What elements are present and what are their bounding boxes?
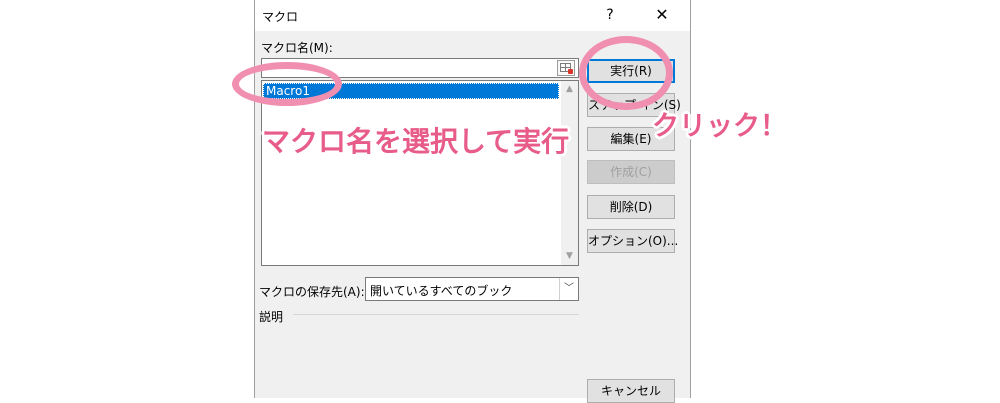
description-label: 説明 xyxy=(259,310,284,324)
cancel-button[interactable]: キャンセル xyxy=(587,379,675,403)
chevron-down-icon[interactable]: ﹀ xyxy=(559,278,578,300)
select-instruction: マクロ名を選択して実行 xyxy=(262,125,570,158)
list-scrollbar[interactable]: ▲ ▼ xyxy=(561,81,578,265)
click-instruction: クリック！ xyxy=(652,111,787,142)
options-button[interactable]: オプション(O)... xyxy=(587,229,678,253)
description-divider xyxy=(293,314,579,315)
create-button[interactable]: 作成(C) xyxy=(587,160,675,184)
macro-list[interactable]: Macro1 ▲ ▼ xyxy=(261,80,579,266)
delete-button[interactable]: 削除(D) xyxy=(587,195,675,219)
macro-highlight-ring xyxy=(232,62,342,106)
store-select-value: 開いているすべてのブック xyxy=(370,284,513,298)
close-button[interactable]: ✕ xyxy=(650,4,674,26)
scroll-down-icon[interactable]: ▼ xyxy=(561,248,578,265)
help-button[interactable]: ? xyxy=(600,4,620,26)
store-select[interactable]: 開いているすべてのブック ﹀ xyxy=(365,277,579,301)
run-highlight-ring xyxy=(579,36,673,110)
scroll-up-icon[interactable]: ▲ xyxy=(561,81,578,98)
macro-name-label: マクロ名(M): xyxy=(261,41,333,55)
dialog-title: マクロ xyxy=(262,10,299,24)
cell-picker-icon[interactable] xyxy=(557,60,575,76)
store-label: マクロの保存先(A): xyxy=(259,285,365,299)
title-bar: マクロ ? ✕ xyxy=(255,0,690,31)
